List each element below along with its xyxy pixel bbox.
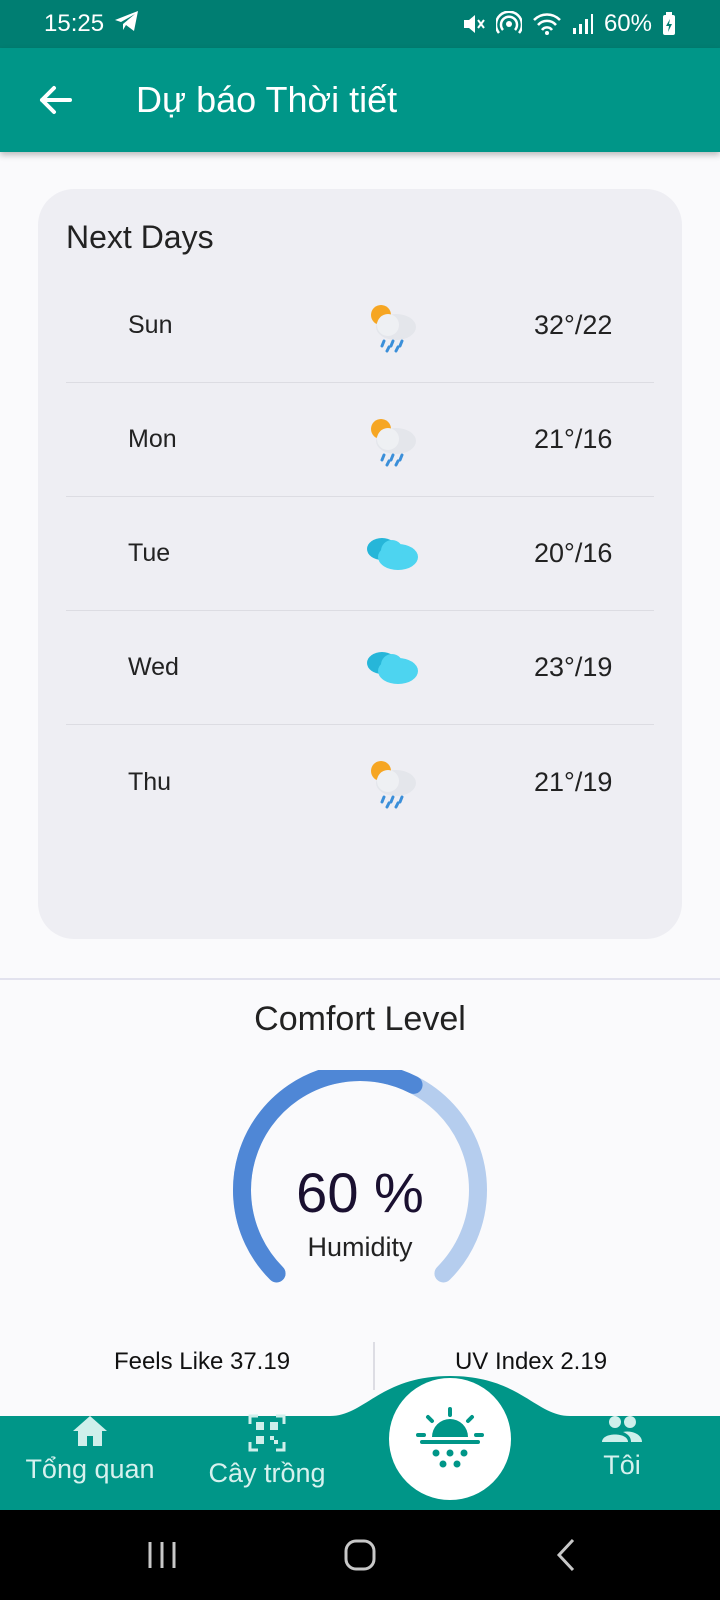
nav-item-weather[interactable]: [389, 1378, 511, 1500]
nav-item-crops[interactable]: Cây trồng: [205, 1414, 329, 1504]
day-name: Tue: [128, 539, 171, 567]
recent-apps-icon: [148, 1542, 176, 1568]
day-temp: 20°/16: [534, 538, 613, 568]
day-name: Wed: [128, 653, 179, 681]
nav-item-me[interactable]: Tôi: [592, 1414, 652, 1504]
nav-item-overview[interactable]: Tổng quan: [22, 1414, 158, 1504]
battery-percent: 60%: [603, 10, 652, 37]
nav-item-label: Cây trồng: [208, 1458, 326, 1488]
day-temp: 21°/16: [534, 424, 613, 454]
mute-icon: [460, 11, 486, 37]
day-name: Mon: [128, 425, 177, 453]
day-name: Sun: [128, 311, 173, 339]
home-circle-icon: [344, 1539, 376, 1571]
next-days-card: Next Days Sun 32°/22 Mon 21°/16 Tue 20°/…: [38, 189, 682, 939]
status-bar: 15:25 60%: [0, 0, 720, 48]
chevron-left-icon: [556, 1538, 575, 1572]
back-system-button[interactable]: [536, 1530, 596, 1580]
cloud-icon: [362, 523, 422, 583]
forecast-row-wed: Wed 23°/19: [66, 611, 654, 725]
day-temp: 21°/19: [534, 766, 613, 797]
forecast-row-thu: Thu 21°/19: [66, 725, 654, 839]
status-time: 15:25: [44, 10, 105, 37]
system-nav-bar: [0, 1510, 720, 1600]
cloud-icon: [362, 637, 422, 697]
wifi-icon: [532, 12, 562, 36]
section-divider: [0, 978, 720, 980]
back-button[interactable]: [30, 75, 80, 125]
day-temp: 23°/19: [534, 652, 613, 682]
nav-item-label: Tôi: [603, 1450, 641, 1480]
signal-icon: [572, 13, 594, 35]
sunrise-weather-icon: [416, 1407, 484, 1468]
sun-cloud-rain-icon: [362, 751, 422, 811]
day-temp: 32°/22: [534, 310, 613, 340]
humidity-label: Humidity: [307, 1232, 413, 1262]
page-title: Dự báo Thời tiết: [136, 79, 398, 120]
forecast-row-sun: Sun 32°/22: [66, 269, 654, 383]
hotspot-icon: [495, 11, 522, 37]
home-button[interactable]: [330, 1530, 390, 1580]
home-icon: [73, 1416, 107, 1446]
sun-cloud-rain-icon: [362, 409, 422, 469]
people-icon: [602, 1416, 642, 1442]
app-bar: Dự báo Thời tiết: [0, 48, 720, 152]
telegram-icon: [114, 10, 140, 39]
sun-cloud-rain-icon: [362, 295, 422, 355]
recent-apps-button[interactable]: [132, 1530, 192, 1580]
battery-icon: [662, 12, 676, 36]
humidity-value: 60 %: [296, 1161, 424, 1224]
comfort-level-title: Comfort Level: [254, 1000, 466, 1038]
day-name: Thu: [128, 767, 172, 796]
qr-code-icon: [248, 1414, 286, 1452]
forecast-row-tue: Tue 20°/16: [66, 497, 654, 611]
nav-item-label: Tổng quan: [25, 1454, 155, 1484]
next-days-title: Next Days: [66, 219, 214, 255]
forecast-row-mon: Mon 21°/16: [66, 383, 654, 497]
arrow-back-icon: [40, 86, 72, 114]
